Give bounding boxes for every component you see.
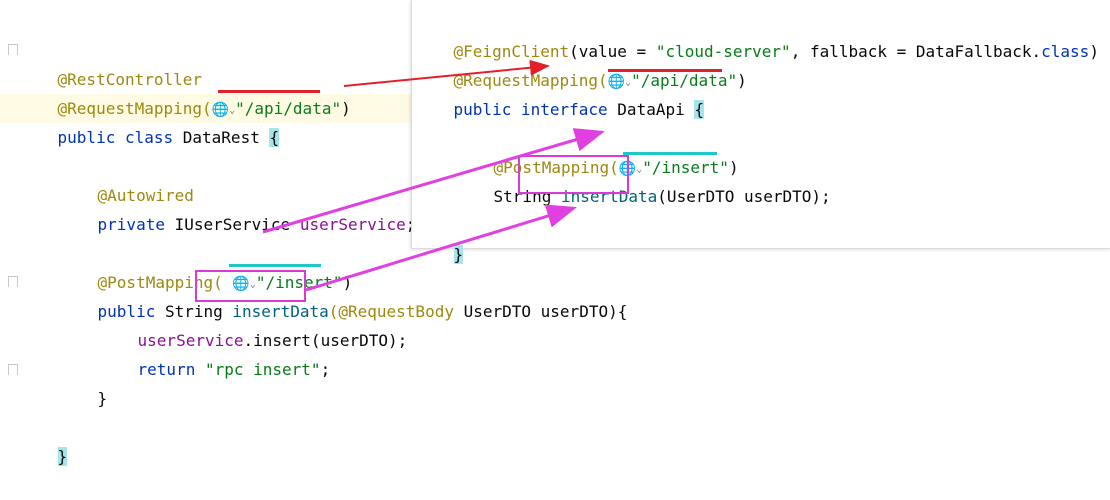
brace-close: } [57,447,68,466]
red-arrow [343,59,550,87]
magenta-arrow [305,204,577,292]
magenta-arrow [262,128,605,234]
arrow-overlay [262,59,605,292]
